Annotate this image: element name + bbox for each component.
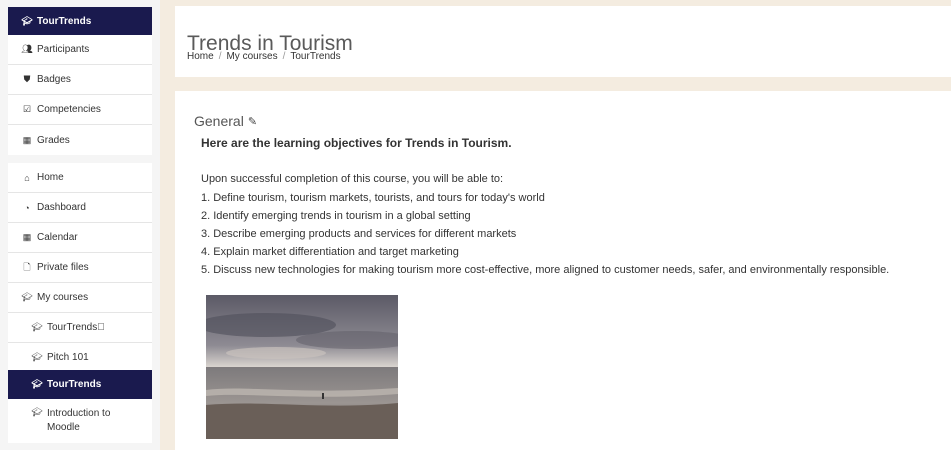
sidebar-item-badges[interactable]: ⛊ Badges bbox=[8, 65, 152, 95]
breadcrumb-my-courses[interactable]: My courses bbox=[226, 51, 277, 62]
file-icon: 🗋︎ bbox=[23, 261, 31, 272]
sidebar-item-home[interactable]: ⌂ Home bbox=[8, 163, 152, 193]
table-icon: ▦ bbox=[22, 134, 32, 145]
objectives-intro: Upon successful completion of this cours… bbox=[201, 173, 504, 185]
graduation-cap-icon: 🎓︎ bbox=[21, 15, 33, 26]
graduation-cap-icon: 🎓︎ bbox=[21, 292, 33, 302]
home-icon: ⌂ bbox=[24, 172, 30, 183]
objective-item: 5. Discuss new technologies for making t… bbox=[201, 264, 890, 276]
graduation-cap-icon: 🎓︎ bbox=[31, 407, 43, 417]
course-content: General ✎ Here are the learning objectiv… bbox=[175, 91, 951, 450]
users-icon: 👥︎ bbox=[21, 44, 33, 54]
beach-sunset-image bbox=[206, 295, 398, 439]
breadcrumb-home[interactable]: Home bbox=[187, 51, 214, 62]
sidebar-item-calendar[interactable]: ▦ Calendar bbox=[8, 223, 152, 253]
objective-item: 4. Explain market differentiation and ta… bbox=[201, 246, 459, 258]
objective-item: 3. Describe emerging products and servic… bbox=[201, 228, 517, 240]
objective-item: 1. Define tourism, tourism markets, tour… bbox=[201, 192, 545, 204]
sidebar-item-course-tourtrends[interactable]: 🎓︎ TourTrends bbox=[8, 370, 152, 399]
graduation-cap-icon: 🎓︎ bbox=[31, 322, 43, 332]
sidebar-item-participants[interactable]: 👥︎ Participants bbox=[8, 35, 152, 65]
sidebar-item-course-tourtrends-copy[interactable]: 🎓︎ TourTrends  bbox=[8, 313, 152, 343]
graduation-cap-icon: 🎓︎ bbox=[31, 379, 43, 389]
page-header: Trends in Tourism Home / My courses / To… bbox=[175, 6, 951, 77]
objective-item: 2. Identify emerging trends in tourism i… bbox=[201, 210, 471, 222]
sidebar-item-tourtrends-course[interactable]: 🎓︎ TourTrends bbox=[8, 7, 152, 35]
shield-icon: ⛊ bbox=[23, 74, 31, 84]
sidebar-item-course-pitch-101[interactable]: 🎓︎ Pitch 101 bbox=[8, 343, 152, 373]
sidebar-item-dashboard[interactable]: ◔ Dashboard bbox=[8, 193, 152, 223]
objectives-heading: Here are the learning objectives for Tre… bbox=[201, 136, 512, 150]
graduation-cap-icon: 🎓︎ bbox=[31, 352, 43, 362]
calendar-icon: ▦ bbox=[22, 232, 32, 242]
edit-pencil-icon[interactable]: ✎ bbox=[248, 115, 257, 128]
breadcrumb-separator: / bbox=[282, 51, 286, 62]
sidebar: 🎓︎ TourTrends 👥︎ Participants ⛊ Badges ☑… bbox=[0, 0, 160, 450]
section-title: General ✎ bbox=[194, 113, 257, 129]
check-square-icon: ☑ bbox=[22, 104, 32, 114]
sidebar-item-course-introduction-to-moodle[interactable]: 🎓︎ Introduction to Moodle bbox=[8, 399, 152, 443]
sidebar-item-grades[interactable]: ▦ Grades bbox=[8, 125, 152, 155]
breadcrumb: Home / My courses / TourTrends bbox=[187, 51, 341, 62]
sidebar-item-my-courses[interactable]: 🎓︎ My courses bbox=[8, 283, 152, 313]
breadcrumb-current-course[interactable]: TourTrends bbox=[290, 51, 340, 62]
objectives-list: 1. Define tourism, tourism markets, tour… bbox=[201, 191, 889, 281]
dashboard-icon: ◔ bbox=[24, 202, 30, 213]
breadcrumb-separator: / bbox=[218, 51, 222, 62]
section-title-text: General bbox=[194, 113, 244, 129]
sidebar-item-private-files[interactable]: 🗋︎ Private files bbox=[8, 253, 152, 283]
site-navigation-block: ⌂ Home ◔ Dashboard ▦ Calendar 🗋︎ Private… bbox=[8, 163, 152, 443]
sidebar-item-competencies[interactable]: ☑ Competencies bbox=[8, 95, 152, 125]
course-navigation-block: 🎓︎ TourTrends 👥︎ Participants ⛊ Badges ☑… bbox=[8, 7, 152, 155]
